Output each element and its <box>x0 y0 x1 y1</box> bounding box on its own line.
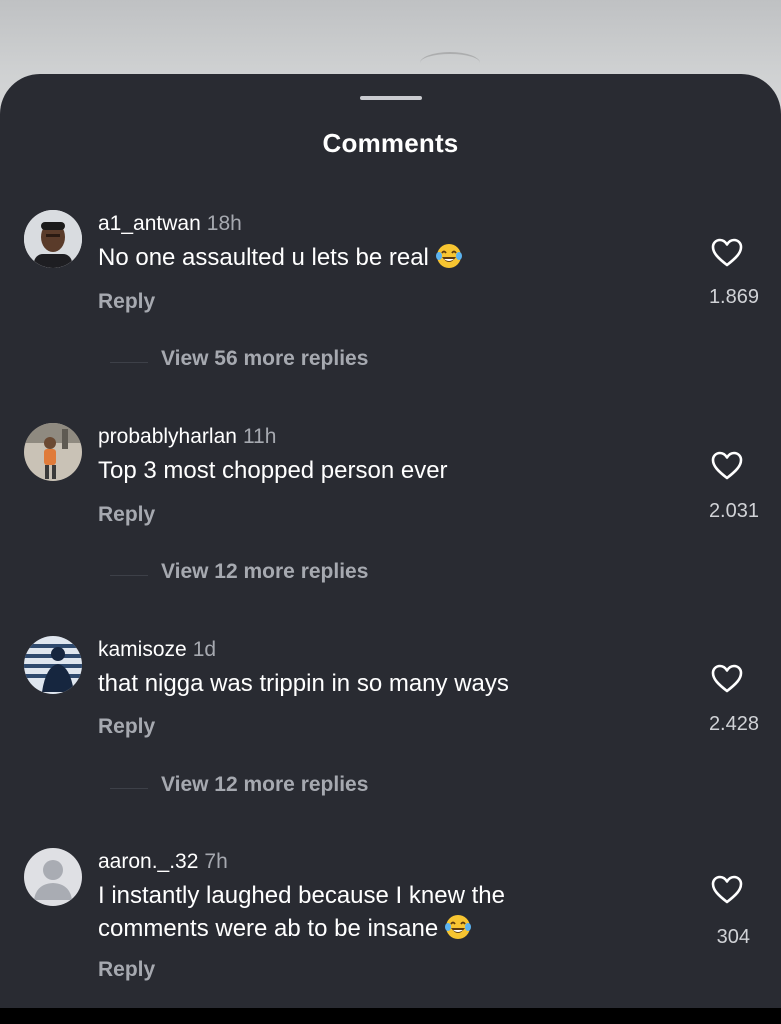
username[interactable]: kamisoze <box>98 638 187 661</box>
comments-sheet: Comments a1_antwan 18h No one assaulted u… <box>0 74 781 1008</box>
timestamp: 1d <box>192 638 217 661</box>
thread-line <box>110 788 148 789</box>
view-more-label: View 56 more replies <box>161 347 369 370</box>
sheet-title: Comments <box>322 128 459 158</box>
heart-icon[interactable] <box>710 874 744 906</box>
username[interactable]: aaron._.32 <box>98 850 198 873</box>
heart-icon[interactable] <box>710 663 744 695</box>
reply-button[interactable]: Reply <box>98 958 155 982</box>
view-more-label: View 12 more replies <box>161 560 369 583</box>
reply-button[interactable]: Reply <box>98 503 155 527</box>
comment-meta: aaron._.32 7h <box>98 850 228 874</box>
comment-meta: kamisoze 1d <box>98 638 216 662</box>
comment-text: that nigga was trippin in so many ways <box>98 667 658 700</box>
avatar[interactable] <box>24 636 82 694</box>
thread-line <box>110 362 148 363</box>
like-count: 1.869 <box>708 286 759 308</box>
comment-text-content: Top 3 most chopped person ever <box>98 457 448 484</box>
tears-of-joy-emoji-icon <box>445 915 472 939</box>
comment-text-content: No one assaulted u lets be real <box>98 244 429 271</box>
avatar[interactable] <box>24 848 82 906</box>
thread-line <box>110 575 148 576</box>
timestamp: 7h <box>204 850 228 873</box>
reply-button[interactable]: Reply <box>98 715 155 739</box>
comment-meta: probablyharlan 11h <box>98 425 276 449</box>
drag-handle[interactable] <box>360 96 422 100</box>
like-count: 2.428 <box>708 713 759 735</box>
timestamp: 18h <box>206 212 242 235</box>
comment-text: I instantly laughed because I knew the c… <box>98 879 578 945</box>
comment-text-content: that nigga was trippin in so many ways <box>98 670 509 697</box>
timestamp: 11h <box>242 425 277 448</box>
view-more-label: View 12 more replies <box>161 773 369 796</box>
like-count: 304 <box>716 926 750 948</box>
username[interactable]: a1_antwan <box>98 212 201 235</box>
reply-button[interactable]: Reply <box>98 290 155 314</box>
background-detail <box>420 52 480 74</box>
heart-icon[interactable] <box>710 450 744 482</box>
avatar[interactable] <box>24 423 82 481</box>
comment-meta: a1_antwan 18h <box>98 212 242 236</box>
comment-text: No one assaulted u lets be real <box>98 241 658 274</box>
like-count: 2.031 <box>708 500 759 522</box>
comment-text: Top 3 most chopped person ever <box>98 454 658 487</box>
heart-icon[interactable] <box>710 237 744 269</box>
tears-of-joy-emoji-icon <box>435 244 462 268</box>
avatar[interactable] <box>24 210 82 268</box>
bottom-bar <box>0 1008 781 1024</box>
username[interactable]: probablyharlan <box>98 425 237 448</box>
